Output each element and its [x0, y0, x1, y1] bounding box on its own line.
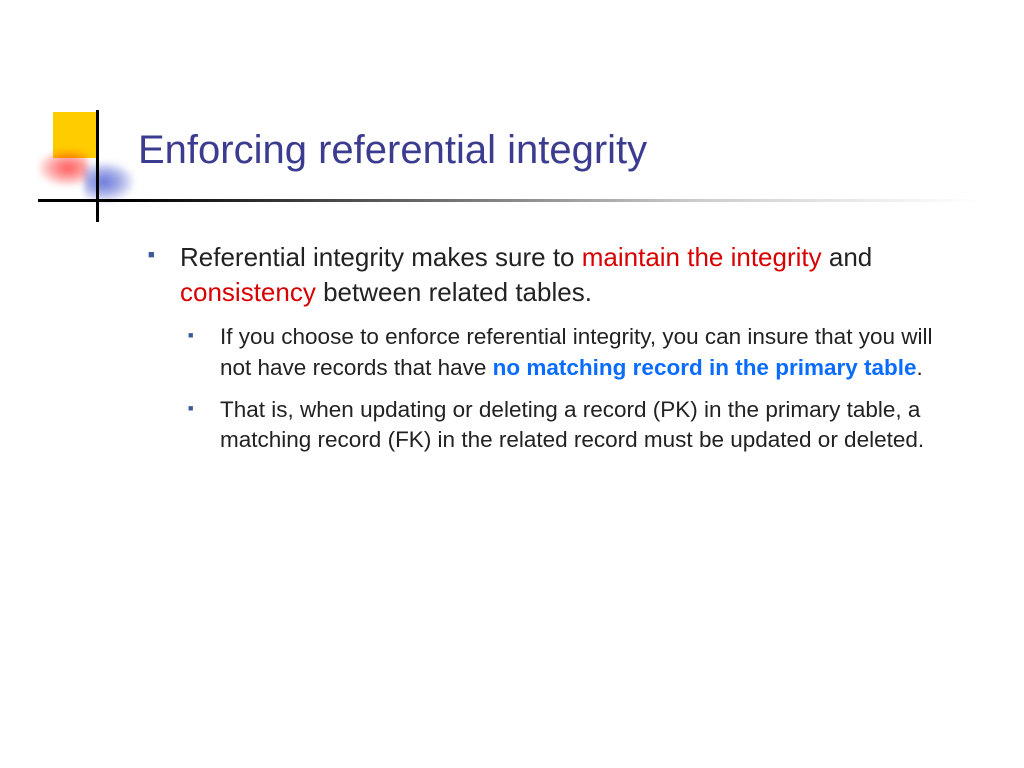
text-segment: That is, when	[220, 397, 360, 422]
slide-content: Referential integrity makes sure to main…	[140, 240, 960, 468]
text-segment: and	[822, 242, 873, 272]
horizontal-divider	[38, 199, 978, 202]
highlight-blue: no matching record in the primary table	[493, 355, 917, 380]
vertical-divider	[96, 110, 99, 222]
bullet-sub-1: If you choose to enforce referential int…	[180, 322, 960, 383]
text-segment: Referential integrity makes sure to	[180, 242, 582, 272]
slide-corner-decoration	[38, 112, 128, 202]
text-segment: .	[917, 355, 923, 380]
bullet-main-1: Referential integrity makes sure to main…	[140, 240, 960, 456]
highlight-red: maintain the integrity	[582, 242, 822, 272]
red-blur-icon	[38, 150, 88, 186]
text-segment: between related tables.	[316, 277, 592, 307]
blue-blur-icon	[84, 162, 134, 202]
bullet-sub-2: That is, when updating or deleting a rec…	[180, 395, 960, 456]
slide-title: Enforcing referential integrity	[138, 128, 647, 173]
highlight-red: consistency	[180, 277, 316, 307]
